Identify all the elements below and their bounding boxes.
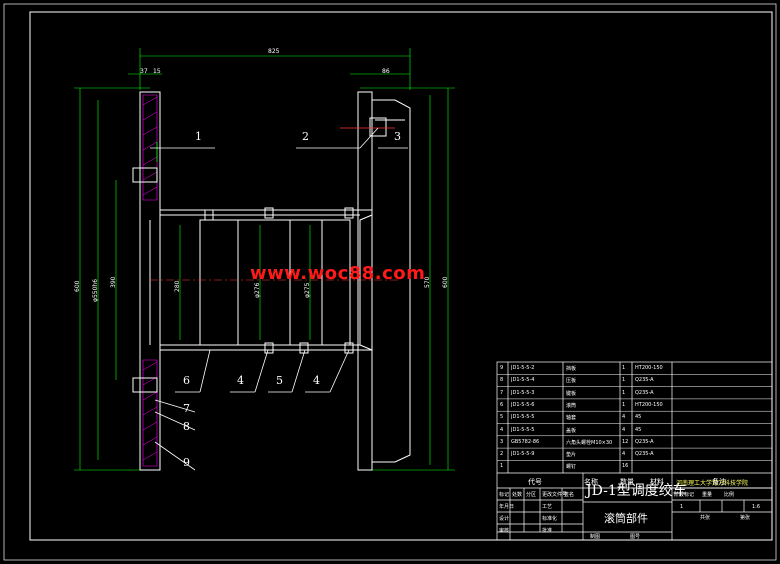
dim-left-mid: φ550h6 (92, 278, 99, 302)
title-block-label: 年月日 (499, 504, 515, 510)
bom-cell-material: Q235-A (635, 389, 654, 396)
dim-inner-1: 280 (174, 280, 181, 292)
bom-cell-name: 挡板 (566, 366, 577, 372)
drawing-title: JD-1型调度绞车 (586, 483, 687, 499)
dim-left-inner: 390 (110, 276, 117, 288)
part-label-2: 2 (302, 130, 309, 143)
dim-overall: 825 (268, 48, 280, 55)
title-block-label: 第张 (740, 515, 751, 521)
bom-cell-material: Q235-A (635, 451, 654, 458)
bom-cell-code: JD1-5-5-2 (511, 365, 535, 371)
part-label-4a: 4 (237, 374, 244, 387)
bom-cell-name: 垫片 (566, 452, 577, 459)
bom-cell-qty: 4 (622, 426, 626, 433)
leader-lines (150, 127, 408, 471)
bom-cell-name: 滚筒 (566, 402, 577, 409)
bom-cell-material: Q235-A (635, 377, 654, 384)
bom-cell-no: 7 (500, 389, 504, 396)
part-label-9: 9 (183, 456, 190, 469)
bom-cell-no: 9 (500, 365, 504, 371)
title-block-label: 签名 (564, 492, 575, 498)
bom-cell-material: HT200-150 (635, 365, 663, 371)
bom-cell-material: 45 (635, 414, 642, 421)
bom-cell-no: 6 (500, 401, 504, 408)
bom-cell-qty: 16 (622, 463, 629, 470)
bom-cell-no: 4 (500, 426, 504, 433)
title-block-label: 标记 (499, 492, 510, 498)
bom-cell-code: JD1-5-5-4 (511, 377, 535, 384)
bom-cell-code: GB5782-86 (511, 438, 540, 445)
title-bottom-left: 制图 (590, 534, 601, 540)
bom-cell-qty: 4 (622, 414, 626, 421)
scale-value: 1:6 (752, 504, 761, 510)
title-block-label: 审核 (499, 528, 510, 534)
dim-top-left-b: 15 (153, 68, 161, 75)
title-block-label: 比例 (724, 492, 735, 498)
bom-cell-code: JD1-5-5-6 (511, 401, 535, 408)
dim-inner-2: φ276 (254, 282, 261, 298)
bom-cell-no: 1 (500, 463, 504, 470)
dim-top-left-a: 37 (140, 68, 148, 75)
title-block-label: 共张 (700, 515, 711, 521)
part-label-8: 8 (183, 420, 190, 433)
dim-inner-3: φ275 (304, 282, 311, 298)
bom-header-code: 代号 (528, 478, 542, 486)
bom-cell-qty: 12 (622, 438, 629, 445)
title-block-label: 分区 (526, 492, 537, 498)
part-label-6: 6 (183, 374, 190, 387)
title-block-label: 批准 (542, 528, 553, 534)
part-label-4b: 4 (313, 374, 320, 387)
title-block-label: 重量 (702, 492, 713, 498)
bom-cell-qty: 1 (622, 365, 626, 371)
part-label-1: 1 (195, 130, 202, 143)
left-flange (132, 91, 161, 471)
bom-cell-code: JD1-5-5-5 (511, 426, 535, 433)
bom-cell-no: 8 (500, 377, 504, 384)
bom-cell-no: 3 (500, 438, 504, 445)
title-block-label: 阶段标记 (674, 492, 695, 498)
school-name: 河南理工大学万方科技学院 (676, 480, 749, 487)
bom-cell-material: Q235-A (635, 438, 654, 445)
bom-cell-code: JD1-5-5-3 (511, 389, 535, 396)
bom-cell-code: JD1-5-5-9 (511, 451, 535, 458)
bom-cell-name: 盖板 (566, 427, 577, 434)
bom-cell-name: 压板 (566, 378, 577, 385)
watermark: www.woc88.com (250, 263, 426, 284)
title-block-label: 标准化 (542, 516, 558, 522)
title-block-label: 工艺 (542, 504, 553, 510)
part-label-3: 3 (394, 130, 401, 143)
bom-cell-material: HT200-150 (635, 401, 663, 408)
dim-right-outer: 600 (442, 276, 449, 288)
title-block-label: 处数 (512, 492, 523, 498)
bom-cell-name: 六角头螺栓M10×30 (566, 439, 613, 446)
dim-right-inner: 570 (424, 276, 431, 288)
bom-cell-no: 5 (500, 414, 504, 421)
part-label-5: 5 (276, 374, 283, 387)
bom-cell-qty: 1 (622, 377, 626, 384)
bom-cell-name: 螺钉 (566, 464, 577, 471)
bom-cell-code: JD1-5-5-5 (511, 414, 535, 421)
bom-cell-name: 轴套 (566, 415, 577, 422)
bom-cell-qty: 1 (622, 389, 626, 396)
bom-cell-name: 键板 (566, 390, 577, 397)
title-block-label: 设计 (499, 516, 510, 522)
part-label-7: 7 (183, 402, 190, 415)
bom-cell-qty: 1 (622, 401, 626, 408)
dim-top-right: 86 (382, 68, 390, 75)
sheet-value: 1 (680, 504, 684, 510)
dim-left-outer: 600 (74, 280, 81, 292)
bom-cell-qty: 4 (622, 451, 626, 458)
title-bottom-right: 图号 (630, 534, 641, 540)
bom-cell-material: 45 (635, 426, 642, 433)
part-title: 滚筒部件 (604, 512, 648, 525)
bom-cell-no: 2 (500, 451, 504, 458)
